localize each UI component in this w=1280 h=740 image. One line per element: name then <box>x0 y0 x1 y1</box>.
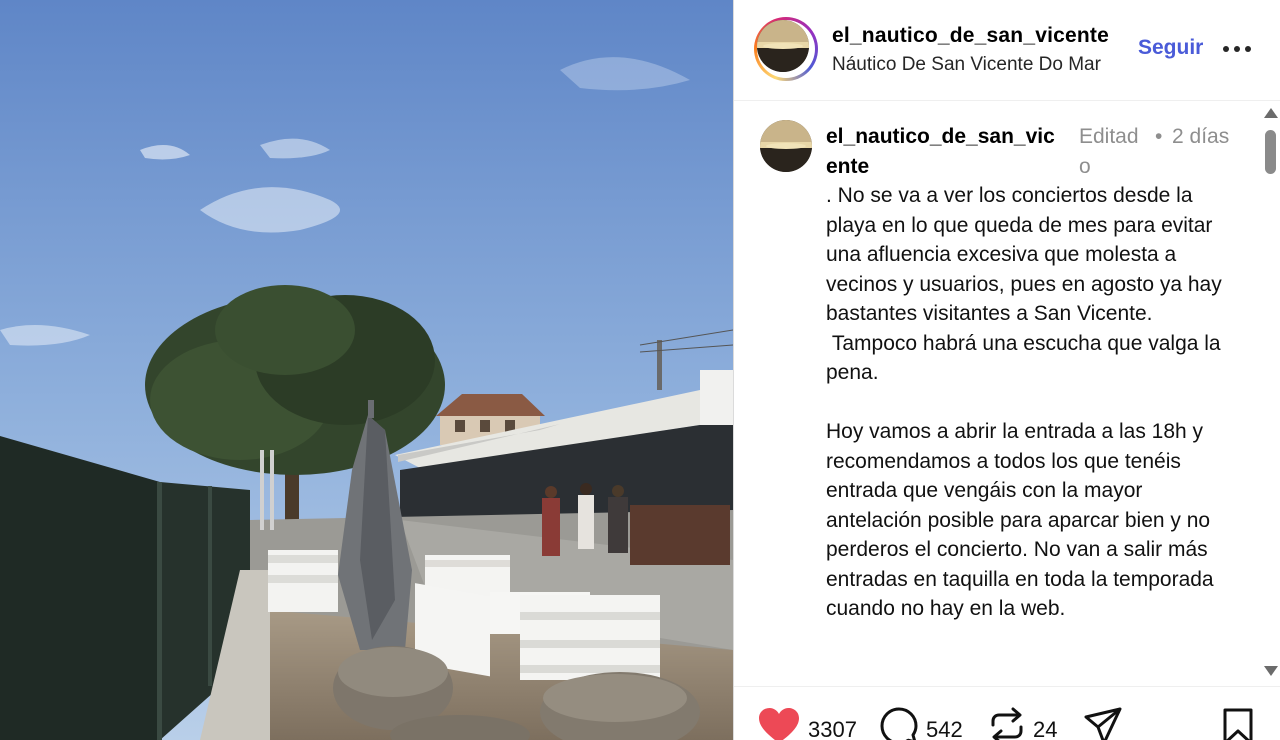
post-author-username[interactable]: el_nautico_de_san_vicente <box>832 24 1109 48</box>
scroll-up-arrow-icon[interactable] <box>1264 108 1278 118</box>
action-bar: 3307 542 24 <box>734 686 1280 740</box>
post-header: el_nautico_de_san_vicente Náutico De San… <box>734 0 1280 101</box>
repost-count[interactable]: 24 <box>1033 717 1057 740</box>
repost-button[interactable]: 24 <box>989 707 1057 740</box>
comment-count[interactable]: 542 <box>926 717 963 740</box>
like-count[interactable]: 3307 <box>808 717 857 740</box>
bookmark-icon <box>1223 708 1253 740</box>
scroll-down-arrow-icon[interactable] <box>1264 666 1278 676</box>
repost-icon <box>991 707 1023 740</box>
like-button[interactable]: 3307 <box>758 707 857 740</box>
share-button[interactable] <box>1084 707 1122 740</box>
meta-separator: • <box>1155 125 1163 148</box>
caption-username[interactable]: el_nautico_de_san_vicente <box>826 122 1066 182</box>
follow-button[interactable]: Seguir <box>1138 36 1203 60</box>
comment-icon <box>880 707 918 740</box>
comment-button[interactable]: 542 <box>880 707 963 740</box>
edited-label: Editado <box>1079 125 1139 178</box>
caption-text: . No se va a ver los conciertos desde la… <box>826 184 1222 620</box>
post-location[interactable]: Náutico De San Vicente Do Mar <box>832 54 1101 76</box>
comments-panel[interactable]: el_nautico_de_san_vicente Editado • 2 dí… <box>734 102 1280 685</box>
scrollbar-thumb[interactable] <box>1265 130 1276 174</box>
share-icon <box>1084 707 1122 740</box>
caption-avatar[interactable] <box>760 120 812 172</box>
save-button[interactable] <box>1222 707 1254 740</box>
post-photo[interactable] <box>0 0 733 740</box>
more-horizontal-icon[interactable] <box>1223 46 1251 54</box>
post-photo-image <box>0 0 733 740</box>
story-ring-avatar[interactable] <box>754 17 818 81</box>
caption-timestamp[interactable]: 2 días <box>1172 122 1232 152</box>
comments-scrollbar[interactable] <box>1262 108 1278 680</box>
avatar[interactable] <box>757 20 809 72</box>
heart-filled-icon <box>759 708 799 740</box>
post-sidebar: el_nautico_de_san_vicente Náutico De San… <box>734 0 1280 740</box>
